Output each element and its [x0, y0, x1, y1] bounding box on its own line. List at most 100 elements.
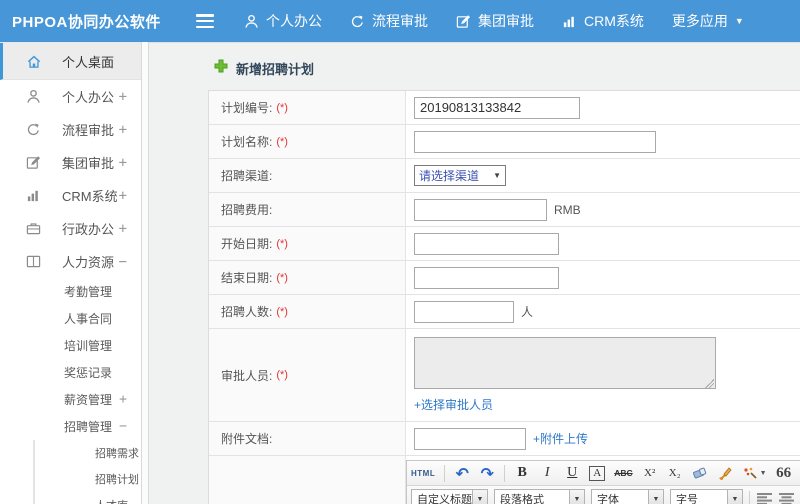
attachment-input[interactable]	[414, 427, 526, 450]
bold-button[interactable]: B	[514, 464, 530, 482]
sidebar-item-hr-contract[interactable]: 人事合同	[0, 305, 141, 332]
sidebar-item-hr[interactable]: 人力资源 −	[0, 245, 141, 278]
caret-down-icon: ▼	[493, 170, 501, 180]
topnav-group-approval[interactable]: 集团审批	[456, 11, 534, 31]
book-icon	[26, 254, 44, 270]
editor-toolbar-row1: HTML ↶ ↷ B I U A ABC X² X₂ ▼ 66	[407, 461, 800, 486]
paragraph-format-select[interactable]: 段落格式 ▼	[494, 489, 585, 504]
plan-number-input[interactable]	[414, 96, 580, 119]
topnav-process-approval[interactable]: 流程审批	[350, 11, 428, 31]
user-icon	[244, 14, 259, 29]
expand-plus-icon[interactable]: +	[119, 89, 127, 105]
undo-icon[interactable]: ↶	[454, 464, 470, 483]
process-icon	[26, 122, 44, 138]
expand-plus-icon[interactable]: +	[119, 188, 127, 204]
caret-down-icon: ▼	[472, 490, 487, 504]
form-row-attachment: 附件文档: +附件上传	[209, 422, 800, 456]
field-label: 计划名称:	[221, 135, 273, 149]
top-nav: 个人办公 流程审批 集团审批 CRM系统 更多应用 ▼	[244, 11, 744, 31]
sidebar-item-recruit-demand[interactable]: 招聘需求	[35, 440, 141, 466]
attachment-upload-link[interactable]: +附件上传	[533, 430, 588, 447]
end-date-input[interactable]	[414, 266, 559, 289]
top-bar: PHPOA协同办公软件 个人办公 流程审批 集团审批 CRM系统 更多应用 ▼	[0, 0, 800, 42]
superscript-button[interactable]: X²	[642, 464, 658, 482]
collapse-minus-icon[interactable]: −	[119, 419, 127, 434]
field-label: 招聘费用:	[221, 203, 273, 217]
app-logo: PHPOA协同办公软件	[12, 13, 161, 31]
sidebar-item-training[interactable]: 培训管理	[0, 332, 141, 359]
custom-title-select[interactable]: 自定义标题 ▼	[411, 489, 488, 504]
approvers-textarea[interactable]	[414, 337, 716, 389]
blockquote-button[interactable]: 66	[776, 464, 792, 482]
cost-input[interactable]	[414, 198, 547, 221]
field-label: 开始日期:	[221, 237, 273, 251]
expand-plus-icon[interactable]: +	[119, 155, 127, 171]
caret-down-icon: ▼	[569, 490, 584, 504]
menu-toggle-icon[interactable]	[196, 14, 214, 28]
resize-grip-icon[interactable]	[705, 379, 714, 388]
headcount-input[interactable]	[414, 300, 514, 323]
add-plus-icon	[214, 59, 228, 78]
expand-plus-icon[interactable]: +	[119, 392, 127, 407]
sidebar-item-process-approval[interactable]: 流程审批 +	[0, 113, 141, 146]
editor-toolbar-row2: 自定义标题 ▼ 段落格式 ▼ 字体 ▼ 字号 ▼	[407, 486, 800, 504]
sidebar-item-salary[interactable]: 薪资管理 +	[0, 386, 141, 413]
caret-down-icon: ▼	[727, 490, 742, 504]
topnav-more-apps[interactable]: 更多应用 ▼	[672, 11, 744, 31]
subscript-button[interactable]: X₂	[667, 464, 683, 482]
field-label: 结束日期:	[221, 271, 273, 285]
font-size-select[interactable]: 字号 ▼	[670, 489, 743, 504]
required-mark: (*)	[276, 101, 288, 114]
currency-suffix: RMB	[554, 202, 581, 217]
sidebar-item-group-approval[interactable]: 集团审批 +	[0, 146, 141, 179]
topnav-crm-system[interactable]: CRM系统	[562, 11, 644, 31]
sidebar-scrollbar[interactable]	[141, 42, 149, 504]
form-row-channel: 招聘渠道: 请选择渠道 ▼	[209, 159, 800, 193]
strikethrough-button[interactable]: ABC	[614, 464, 632, 482]
form-row-headcount: 招聘人数: (*) 人	[209, 295, 800, 329]
field-label: 招聘渠道:	[221, 169, 273, 183]
align-left-icon[interactable]	[756, 490, 772, 504]
source-code-button[interactable]: HTML	[411, 464, 435, 482]
underline-button[interactable]: U	[564, 464, 580, 482]
auto-typeset-icon[interactable]: ▼	[742, 464, 767, 482]
sidebar-item-recruit-mgmt[interactable]: 招聘管理 −	[0, 413, 141, 440]
field-label: 计划编号:	[221, 101, 273, 115]
form-row-plan-number: 计划编号: (*)	[209, 91, 800, 125]
align-center-icon[interactable]	[778, 490, 794, 504]
sidebar-item-attendance[interactable]: 考勤管理	[0, 278, 141, 305]
sidebar-item-rewards[interactable]: 奖惩记录	[0, 359, 141, 386]
format-painter-icon[interactable]	[717, 464, 733, 482]
sidebar-item-recruit-plan[interactable]: 招聘计划	[35, 466, 141, 492]
eraser-icon[interactable]	[692, 464, 708, 482]
sidebar-item-desktop[interactable]: 个人桌面	[0, 43, 141, 80]
chart-icon	[562, 14, 577, 29]
select-approvers-link[interactable]: +选择审批人员	[414, 396, 493, 413]
redo-icon[interactable]: ↷	[479, 464, 495, 483]
sidebar-item-personal-office[interactable]: 个人办公 +	[0, 80, 141, 113]
sidebar-item-talent-pool[interactable]: 人才库	[35, 492, 141, 504]
topnav-personal-office[interactable]: 个人办公	[244, 11, 322, 31]
form-row-editor: HTML ↶ ↷ B I U A ABC X² X₂ ▼ 66 自定义标题 ▼ …	[209, 456, 800, 504]
border-text-button[interactable]: A	[589, 465, 606, 481]
sidebar-item-admin-office[interactable]: 行政办公 +	[0, 212, 141, 245]
required-mark: (*)	[276, 135, 288, 148]
expand-plus-icon[interactable]: +	[119, 221, 127, 237]
collapse-minus-icon[interactable]: −	[119, 254, 127, 270]
field-label: 审批人员:	[221, 368, 273, 383]
plan-name-input[interactable]	[414, 130, 656, 153]
caret-down-icon: ▼	[734, 15, 744, 26]
recruit-submenu: 招聘需求 招聘计划 人才库	[33, 440, 141, 504]
start-date-input[interactable]	[414, 232, 559, 255]
expand-plus-icon[interactable]: +	[119, 122, 127, 138]
sidebar-item-crm[interactable]: CRM系统 +	[0, 179, 141, 212]
page-title: 新增招聘计划	[236, 62, 315, 77]
form-row-approvers: 审批人员: (*) +选择审批人员	[209, 329, 800, 422]
italic-button[interactable]: I	[539, 464, 555, 482]
process-icon	[350, 14, 365, 29]
sidebar: 个人桌面 个人办公 + 流程审批 + 集团审批 + CRM系统 + 行政办公 +	[0, 42, 141, 504]
caret-down-icon: ▼	[759, 469, 767, 477]
channel-select[interactable]: 请选择渠道 ▼	[414, 165, 506, 186]
edit-icon	[26, 155, 44, 171]
font-family-select[interactable]: 字体 ▼	[591, 489, 664, 504]
